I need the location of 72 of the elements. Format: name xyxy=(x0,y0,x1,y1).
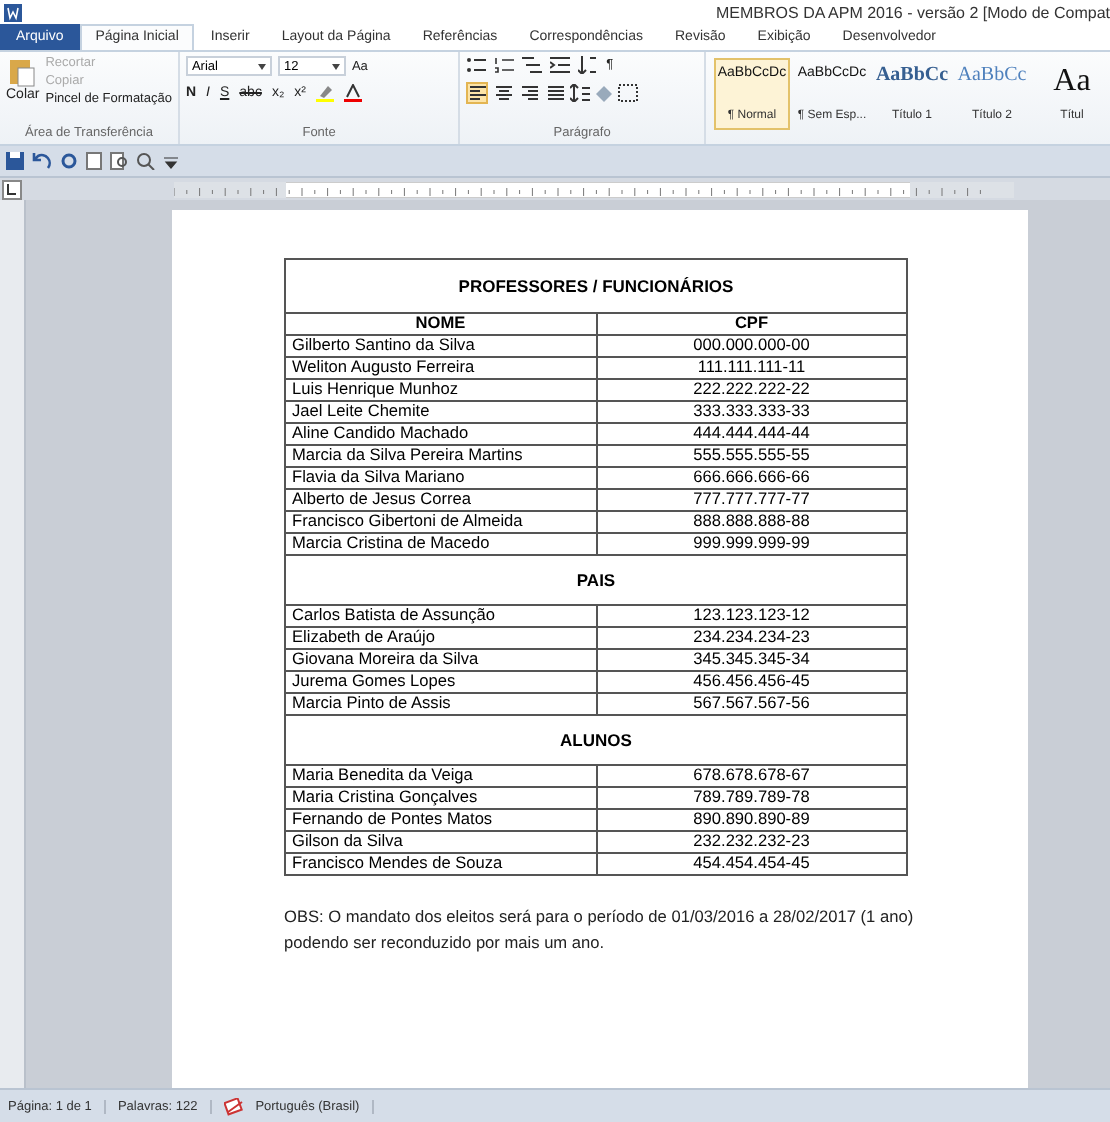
name-cell: Gilberto Santino da Silva xyxy=(285,335,596,357)
cpf-cell: 555.555.555-55 xyxy=(596,445,907,467)
name-cell: Elizabeth de Araújo xyxy=(285,627,596,649)
cpf-cell: 234.234.234-23 xyxy=(596,627,907,649)
cpf-cell: 333.333.333-33 xyxy=(596,401,907,423)
proofing-icon[interactable] xyxy=(223,1097,244,1115)
note-paragraph: OBS: O mandato dos eleitos será para o período de 01/03/2016 a 28/02/2017 (1 ano) podendo ser reconduzido por mais um ano. xyxy=(284,904,916,956)
caret-icon xyxy=(257,63,266,69)
name-cell: Marcia da Silva Pereira Martins xyxy=(285,445,596,467)
name-cell: Maria Benedita da Veiga xyxy=(285,765,596,787)
cpf-cell: 777.777.777-77 xyxy=(596,489,907,511)
name-cell: Luis Henrique Munhoz xyxy=(285,379,596,401)
name-cell: Aline Candido Machado xyxy=(285,423,596,445)
cpf-cell: 454.454.454-45 xyxy=(596,853,907,875)
document-icon[interactable] xyxy=(86,152,102,170)
cpf-cell: 222.222.222-22 xyxy=(596,379,907,401)
align-button[interactable] xyxy=(466,82,489,104)
indent-icon[interactable] xyxy=(550,56,571,74)
section-title: PAIS xyxy=(285,555,907,605)
name-cell: Carlos Batista de Assunção xyxy=(285,605,596,627)
cpf-cell: 999.999.999-99 xyxy=(596,533,907,555)
undo-icon[interactable] xyxy=(32,152,52,170)
cpf-cell: 678.678.678-67 xyxy=(596,765,907,787)
name-cell: Jael Leite Chemite xyxy=(285,401,596,423)
cpf-cell: 666.666.666-66 xyxy=(596,467,907,489)
borders-icon[interactable] xyxy=(618,84,639,102)
zoom-icon[interactable] xyxy=(136,152,156,170)
window-title: MEMBROS DA APM 2016 - versão 2 [Modo de Compat xyxy=(716,3,1110,21)
cpf-cell: 890.890.890-89 xyxy=(596,809,907,831)
cpf-cell: 000.000.000-00 xyxy=(596,335,907,357)
cpf-cell: 345.345.345-34 xyxy=(596,649,907,671)
cpf-cell: 232.232.232-23 xyxy=(596,831,907,853)
clipboard-icon xyxy=(8,56,37,88)
name-cell: Francisco Mendes de Souza xyxy=(285,853,596,875)
name-cell: Maria Cristina Gonçalves xyxy=(285,787,596,809)
cpf-cell: 111.111.111-11 xyxy=(596,357,907,379)
cpf-cell: 123.123.123-12 xyxy=(596,605,907,627)
column-header: NOME xyxy=(285,313,596,335)
name-cell: Alberto de Jesus Correa xyxy=(285,489,596,511)
customize-toolbar-icon[interactable] xyxy=(164,152,178,170)
cpf-cell: 888.888.888-88 xyxy=(596,511,907,533)
highlight-icon[interactable] xyxy=(316,84,335,102)
align-button[interactable] xyxy=(544,82,567,104)
section-title: PROFESSORES / FUNCIONÁRIOS xyxy=(285,259,907,313)
cpf-cell: 444.444.444-44 xyxy=(596,423,907,445)
section-title: ALUNOS xyxy=(285,715,907,765)
name-cell: Marcia Cristina de Macedo xyxy=(285,533,596,555)
name-cell: Flavia da Silva Mariano xyxy=(285,467,596,489)
cpf-cell: 456.456.456-45 xyxy=(596,671,907,693)
print-preview-icon[interactable] xyxy=(110,152,128,170)
align-button[interactable] xyxy=(492,82,515,104)
name-cell: Fernando de Pontes Matos xyxy=(285,809,596,831)
align-button[interactable] xyxy=(518,82,541,104)
numbered-list-icon[interactable] xyxy=(494,56,515,74)
sort-icon[interactable] xyxy=(578,56,599,74)
name-cell: Gilson da Silva xyxy=(285,831,596,853)
name-cell: Marcia Pinto de Assis xyxy=(285,693,596,715)
cpf-cell: 567.567.567-56 xyxy=(596,693,907,715)
name-cell: Weliton Augusto Ferreira xyxy=(285,357,596,379)
name-cell: Giovana Moreira da Silva xyxy=(285,649,596,671)
caret-icon xyxy=(331,63,340,69)
name-cell: Francisco Gibertoni de Almeida xyxy=(285,511,596,533)
bullet-list-icon[interactable] xyxy=(466,56,487,74)
save-icon[interactable] xyxy=(6,152,24,170)
line-spacing-icon[interactable] xyxy=(570,84,591,102)
column-header: CPF xyxy=(596,313,907,335)
name-cell: Jurema Gomes Lopes xyxy=(285,671,596,693)
font-color-icon[interactable] xyxy=(344,84,363,102)
cpf-cell: 789.789.789-78 xyxy=(596,787,907,809)
word-logo-icon[interactable] xyxy=(4,3,22,21)
tab-selector-icon[interactable] xyxy=(2,179,22,199)
multilevel-list-icon[interactable] xyxy=(522,56,543,74)
